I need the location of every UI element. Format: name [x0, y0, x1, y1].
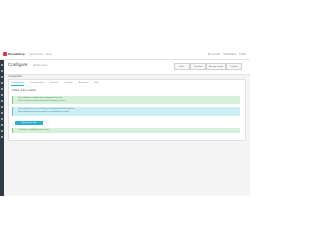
alert-line: Next automatic synchronization is schedu… [18, 111, 70, 113]
orders-icon[interactable] [1, 70, 3, 72]
tab-help[interactable]: Help [94, 82, 99, 86]
tab-settings[interactable]: Settings [65, 82, 73, 86]
shop-link[interactable]: Shop [46, 53, 52, 56]
advanced-icon[interactable] [1, 136, 3, 138]
section-title: Status of the module [12, 89, 36, 92]
tab-advanced[interactable]: Advanced [79, 82, 89, 86]
tab-statistics[interactable]: Statistics [50, 82, 59, 86]
account-link[interactable]: My account [208, 53, 220, 56]
customers-icon[interactable] [1, 82, 3, 84]
dashboard-icon[interactable] [1, 64, 3, 66]
shipping-icon[interactable] [1, 112, 3, 114]
top-band [0, 0, 250, 50]
tab-customization[interactable]: Customization [30, 82, 44, 86]
international-icon[interactable] [1, 124, 3, 126]
manage-hooks-button[interactable]: Manage hooks [206, 63, 226, 70]
modules-icon[interactable] [1, 100, 3, 102]
bottom-area [0, 196, 250, 250]
module-tabs: Configuration Customization Statistics S… [11, 82, 99, 86]
page-title: Configure [8, 62, 28, 67]
success-alert: The module is installed and configured c… [12, 96, 240, 104]
disable-button[interactable]: Disable [226, 63, 242, 70]
app-logo[interactable]: PrestaShop [3, 52, 25, 56]
back-button[interactable]: Back [174, 63, 190, 70]
catalog-icon[interactable] [1, 76, 3, 78]
breadcrumb[interactable]: Module name [33, 64, 48, 67]
design-icon[interactable] [1, 106, 3, 108]
header-right-menu: My account Notifications Profile [208, 53, 246, 56]
alert-line: Your account is linked and synchronizati… [18, 100, 66, 102]
parameters-icon[interactable] [1, 130, 3, 132]
notifications-link[interactable]: Notifications [223, 53, 236, 56]
synchronize-button[interactable]: Synchronize now [15, 121, 43, 125]
stats-icon[interactable] [1, 94, 3, 96]
tracking-alert: Tracking is enabled on your store. [12, 128, 240, 133]
support-icon[interactable] [1, 88, 3, 90]
quick-access-link[interactable]: Quick Access [29, 53, 43, 56]
profile-link[interactable]: Profile [239, 53, 246, 56]
translate-button[interactable]: Translate [190, 63, 206, 70]
info-alert: Your catalog was successfully synchroniz… [12, 107, 240, 116]
alert-line: Tracking is enabled on your store. [18, 129, 50, 131]
content-subtitle: Configuration [8, 75, 23, 78]
tab-configuration[interactable]: Configuration [11, 82, 25, 86]
logo-icon [3, 52, 7, 56]
logo-text: PrestaShop [8, 52, 25, 56]
payment-icon[interactable] [1, 118, 3, 120]
